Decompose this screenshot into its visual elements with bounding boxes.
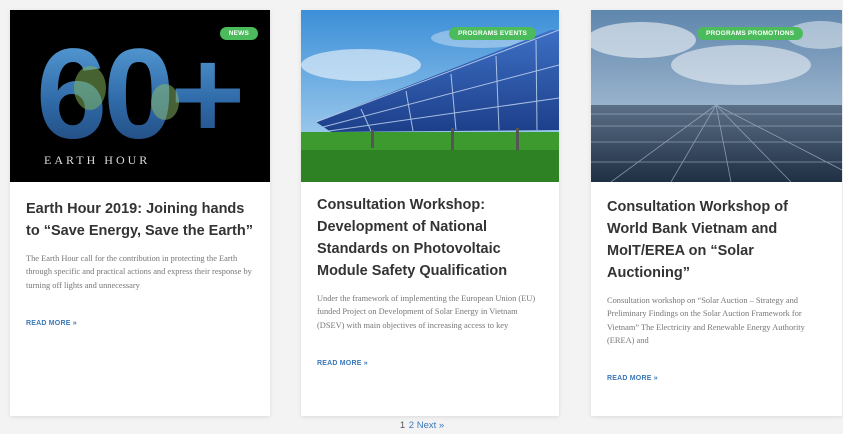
post-title[interactable]: Consultation Workshop: Development of Na… bbox=[301, 182, 559, 282]
page-2-link[interactable]: 2 bbox=[409, 420, 414, 431]
next-page-link[interactable]: Next » bbox=[417, 420, 444, 431]
post-card: PROGRAMS EVENTS Consultation Workshop: D… bbox=[301, 10, 559, 416]
read-more-link[interactable]: READ MORE » bbox=[26, 320, 77, 327]
read-more-link[interactable]: READ MORE » bbox=[317, 360, 368, 367]
category-badge[interactable]: NEWS bbox=[219, 27, 258, 40]
post-thumbnail[interactable]: PROGRAMS PROMOTIONS bbox=[591, 10, 842, 182]
read-more-link[interactable]: READ MORE » bbox=[607, 375, 658, 382]
logo-60-text: 60+ bbox=[36, 23, 241, 166]
pagination: 1 2 Next » bbox=[0, 420, 843, 431]
post-excerpt: Under the framework of implementing the … bbox=[317, 294, 536, 330]
category-badge[interactable]: PROGRAMS PROMOTIONS bbox=[697, 27, 804, 40]
post-thumbnail[interactable]: 60+ EARTH HOUR NEWS bbox=[10, 10, 270, 182]
page-1-current: 1 bbox=[399, 420, 406, 431]
earth-hour-caption: EARTH HOUR bbox=[44, 153, 150, 167]
post-card: 60+ EARTH HOUR NEWS Earth Hour 2019: Joi… bbox=[10, 10, 270, 416]
post-title[interactable]: Consultation Workshop of World Bank Viet… bbox=[591, 182, 842, 284]
post-thumbnail[interactable]: PROGRAMS EVENTS bbox=[301, 10, 559, 182]
post-card: PROGRAMS PROMOTIONS Consultation Worksho… bbox=[591, 10, 842, 416]
post-excerpt: Consultation workshop on “Solar Auction … bbox=[607, 296, 805, 345]
post-excerpt: The Earth Hour call for the contribution… bbox=[26, 254, 252, 290]
category-badge[interactable]: PROGRAMS EVENTS bbox=[449, 27, 537, 40]
post-title[interactable]: Earth Hour 2019: Joining hands to “Save … bbox=[10, 182, 270, 242]
